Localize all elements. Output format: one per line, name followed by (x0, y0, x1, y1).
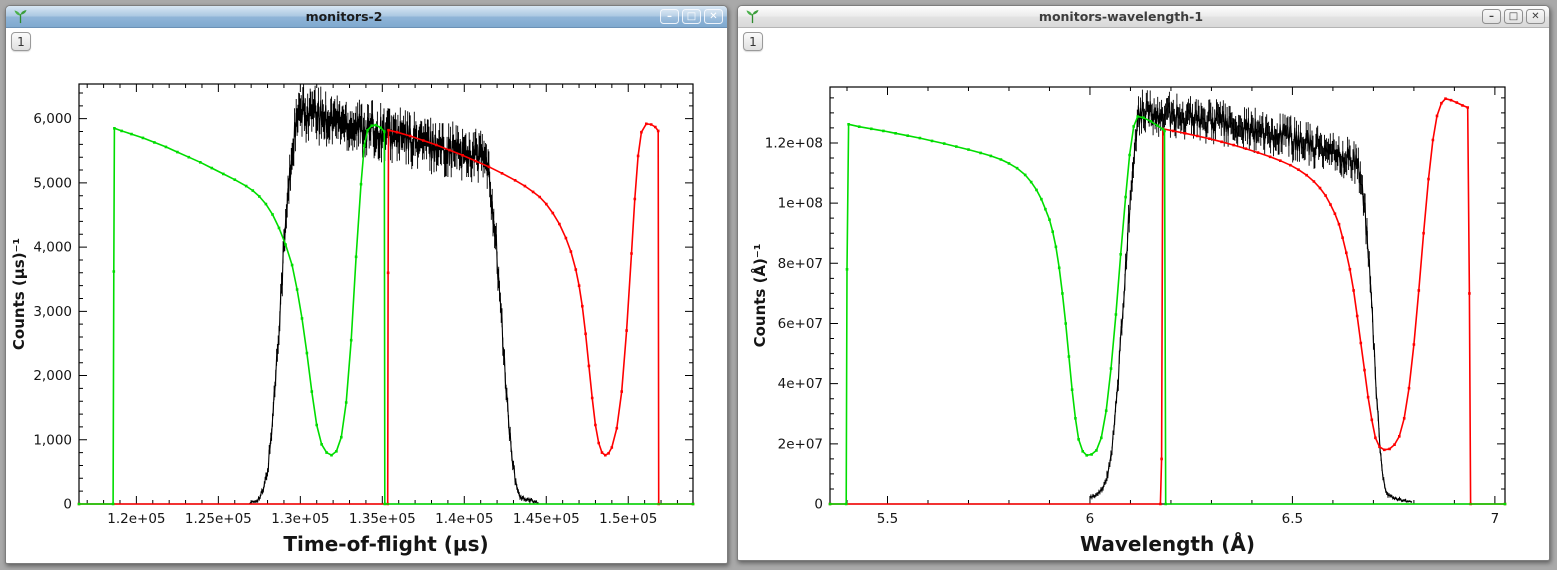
tof-plot-canvas[interactable]: 1.2e+05 1.25e+05 1.3e+05 1.35e+05 1.4e+05 1.4… (6, 28, 725, 563)
svg-text:1.3e+05: 1.3e+05 (271, 511, 329, 527)
svg-text:7: 7 (1491, 511, 1500, 527)
plot-window-content: 1.2e+05 1.25e+05 1.3e+05 1.35e+05 1.4e+05 1.4… (6, 28, 727, 563)
svg-text:4e+07: 4e+07 (778, 376, 823, 392)
svg-text:5,000: 5,000 (33, 175, 72, 191)
svg-text:1.2e+05: 1.2e+05 (107, 511, 165, 527)
svg-text:1.4e+05: 1.4e+05 (435, 511, 493, 527)
minimize-button[interactable]: – (660, 9, 679, 24)
svg-text:1.5e+05: 1.5e+05 (599, 511, 657, 527)
svg-text:6e+07: 6e+07 (778, 316, 823, 332)
svg-text:2e+07: 2e+07 (778, 436, 823, 452)
layer-1-button[interactable]: 1 (11, 32, 31, 51)
svg-text:1,000: 1,000 (33, 432, 72, 448)
window-title: monitors-2 (305, 9, 383, 24)
titlebar[interactable]: monitors-2 – □ ✕ (6, 6, 727, 28)
window-monitors-wavelength-1: monitors-wavelength-1 – □ ✕ 5.5 6 6.5 7 0 2e+… (737, 5, 1550, 561)
svg-text:5.5: 5.5 (877, 511, 898, 527)
svg-text:Counts (µs)⁻¹: Counts (µs)⁻¹ (10, 238, 28, 350)
svg-text:4,000: 4,000 (33, 240, 72, 256)
svg-text:0: 0 (63, 497, 72, 513)
window-controls: – □ ✕ (1482, 9, 1545, 24)
svg-text:Time-of-flight (µs): Time-of-flight (µs) (283, 532, 488, 556)
wavelength-plot-canvas[interactable]: 5.5 6 6.5 7 0 2e+07 4e+07 6e+07 8e+07 1e+08 1.2e+0… (738, 28, 1548, 559)
svg-text:6,000: 6,000 (33, 111, 72, 127)
svg-text:1.45e+05: 1.45e+05 (513, 511, 580, 527)
window-monitors-2: monitors-2 – □ ✕ 1.2e+05 1.25e+05 1.3e+05 1… (5, 5, 728, 564)
window-title: monitors-wavelength-1 (1038, 9, 1204, 24)
close-button[interactable]: ✕ (1526, 9, 1545, 24)
svg-text:1e+08: 1e+08 (778, 196, 823, 212)
sprout-icon (12, 9, 28, 25)
svg-text:8e+07: 8e+07 (778, 256, 823, 272)
svg-text:6: 6 (1086, 511, 1095, 527)
svg-text:Counts (Å)⁻¹: Counts (Å)⁻¹ (750, 244, 769, 348)
maximize-button[interactable]: □ (1504, 9, 1523, 24)
maximize-button[interactable]: □ (682, 9, 701, 24)
svg-text:2,000: 2,000 (33, 368, 72, 384)
svg-text:3,000: 3,000 (33, 304, 72, 320)
svg-text:0: 0 (814, 497, 823, 513)
svg-text:Wavelength (Å): Wavelength (Å) (1080, 532, 1255, 556)
svg-text:1.25e+05: 1.25e+05 (185, 511, 252, 527)
plot-window-content: 5.5 6 6.5 7 0 2e+07 4e+07 6e+07 8e+07 1e+08 1.2e+0… (738, 28, 1549, 560)
titlebar[interactable]: monitors-wavelength-1 – □ ✕ (738, 6, 1549, 28)
close-button[interactable]: ✕ (704, 9, 723, 24)
window-controls: – □ ✕ (660, 9, 723, 24)
svg-text:6.5: 6.5 (1282, 511, 1303, 527)
svg-text:1.35e+05: 1.35e+05 (349, 511, 416, 527)
minimize-button[interactable]: – (1482, 9, 1501, 24)
layer-1-button[interactable]: 1 (743, 32, 763, 51)
svg-text:1.2e+08: 1.2e+08 (765, 135, 823, 151)
desktop: { "desktop": {"background_color": "#a9a9… (0, 0, 1557, 570)
sprout-icon (744, 9, 760, 25)
